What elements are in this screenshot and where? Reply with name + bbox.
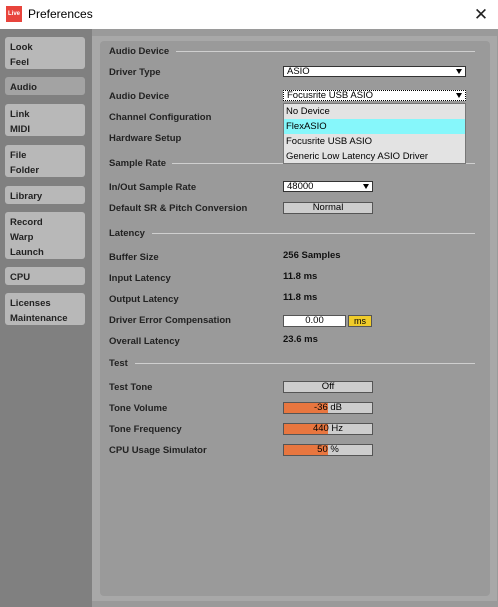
- menu-item-no-device[interactable]: No Device: [284, 104, 465, 119]
- title-bar: Live Preferences ✕: [0, 0, 498, 29]
- overall-latency-label: Overall Latency: [109, 336, 180, 347]
- driver-error-compensation-label: Driver Error Compensation: [109, 315, 231, 326]
- section-divider: [152, 233, 475, 234]
- tab-cpu[interactable]: CPU: [5, 267, 85, 285]
- tab-label: MIDI: [10, 124, 31, 135]
- tab-label: CPU: [10, 272, 31, 283]
- chevron-down-icon: [456, 69, 462, 74]
- hardware-setup-label: Hardware Setup: [109, 133, 182, 144]
- section-divider: [135, 363, 475, 364]
- tab-label: Library: [10, 191, 43, 202]
- tab-label: Link: [10, 109, 30, 120]
- driver-type-dropdown[interactable]: ASIO: [283, 66, 466, 77]
- output-latency-value: 11.8 ms: [283, 292, 318, 303]
- cpu-usage-simulator-value: 50 %: [317, 444, 339, 455]
- overall-latency-value: 23.6 ms: [283, 334, 318, 345]
- in-out-sample-rate-label: In/Out Sample Rate: [109, 182, 197, 193]
- section-sample-rate: Sample Rate: [109, 158, 167, 169]
- audio-device-value: Focusrite USB ASIO: [287, 90, 374, 101]
- window-title: Preferences: [28, 7, 93, 21]
- tone-frequency-slider[interactable]: 440 Hz: [283, 423, 373, 435]
- tab-label: Audio: [10, 82, 37, 93]
- sample-rate-value: 48000: [287, 181, 314, 192]
- tab-library[interactable]: Library: [5, 186, 85, 204]
- driver-type-label: Driver Type: [109, 67, 161, 78]
- input-latency-label: Input Latency: [109, 273, 171, 284]
- tone-volume-value: -36 dB: [314, 402, 342, 413]
- close-button[interactable]: ✕: [464, 0, 498, 29]
- tab-look-feel[interactable]: Look Feel: [5, 37, 85, 69]
- test-tone-label: Test Tone: [109, 382, 153, 393]
- channel-configuration-label: Channel Configuration: [109, 112, 212, 123]
- sample-rate-dropdown[interactable]: 48000: [283, 181, 373, 192]
- section-audio-device: Audio Device: [109, 46, 170, 57]
- section-latency: Latency: [109, 228, 145, 239]
- output-latency-label: Output Latency: [109, 294, 179, 305]
- app-icon-text: Live: [7, 11, 20, 17]
- cpu-usage-simulator-slider[interactable]: 50 %: [283, 444, 373, 456]
- tab-label: Record: [10, 217, 43, 228]
- tone-volume-label: Tone Volume: [109, 403, 168, 414]
- audio-device-menu: No Device FlexASIO Focusrite USB ASIO Ge…: [283, 103, 466, 164]
- tab-label: Warp: [10, 232, 34, 243]
- tab-label: Launch: [10, 247, 44, 258]
- menu-item-flexasio[interactable]: FlexASIO: [284, 119, 465, 134]
- tab-link-midi[interactable]: Link MIDI: [5, 104, 85, 136]
- default-sr-pitch-label: Default SR & Pitch Conversion: [109, 203, 248, 214]
- buffer-size-value: 256 Samples: [283, 250, 341, 261]
- driver-type-value: ASIO: [287, 66, 310, 77]
- menu-item-generic-low-latency[interactable]: Generic Low Latency ASIO Driver: [284, 149, 465, 164]
- sidebar: Look Feel Audio Link MIDI File Folder Li…: [0, 29, 92, 607]
- tab-label: Maintenance: [10, 313, 68, 324]
- tone-frequency-value: 440 Hz: [312, 423, 344, 434]
- audio-device-label: Audio Device: [109, 91, 170, 102]
- sr-conversion-button[interactable]: Normal: [283, 202, 373, 214]
- ms-unit-button[interactable]: ms: [348, 315, 372, 327]
- tab-record-warp-launch[interactable]: Record Warp Launch: [5, 212, 85, 259]
- tone-volume-slider[interactable]: -36 dB: [283, 402, 373, 414]
- menu-item-focusrite-usb-asio[interactable]: Focusrite USB ASIO: [284, 134, 465, 149]
- tab-label: Folder: [10, 165, 40, 176]
- tone-frequency-label: Tone Frequency: [109, 424, 182, 435]
- cpu-usage-simulator-label: CPU Usage Simulator: [109, 445, 207, 456]
- audio-device-dropdown[interactable]: Focusrite USB ASIO: [283, 90, 466, 101]
- section-divider: [176, 51, 475, 52]
- chevron-down-icon: [363, 184, 369, 189]
- tab-audio[interactable]: Audio: [5, 77, 85, 95]
- tab-label: File: [10, 150, 27, 161]
- driver-error-compensation-input[interactable]: 0.00: [283, 315, 346, 327]
- close-icon: ✕: [473, 4, 489, 24]
- tab-licenses-maintenance[interactable]: Licenses Maintenance: [5, 293, 85, 325]
- section-test: Test: [109, 358, 128, 369]
- tab-label: Feel: [10, 57, 30, 68]
- tab-label: Licenses: [10, 298, 51, 309]
- tab-file-folder[interactable]: File Folder: [5, 145, 85, 177]
- tab-label: Look: [10, 42, 33, 53]
- input-latency-value: 11.8 ms: [283, 271, 318, 282]
- test-tone-toggle[interactable]: Off: [283, 381, 373, 393]
- buffer-size-label: Buffer Size: [109, 252, 159, 263]
- chevron-down-icon: [456, 93, 462, 98]
- app-icon: Live: [6, 6, 22, 22]
